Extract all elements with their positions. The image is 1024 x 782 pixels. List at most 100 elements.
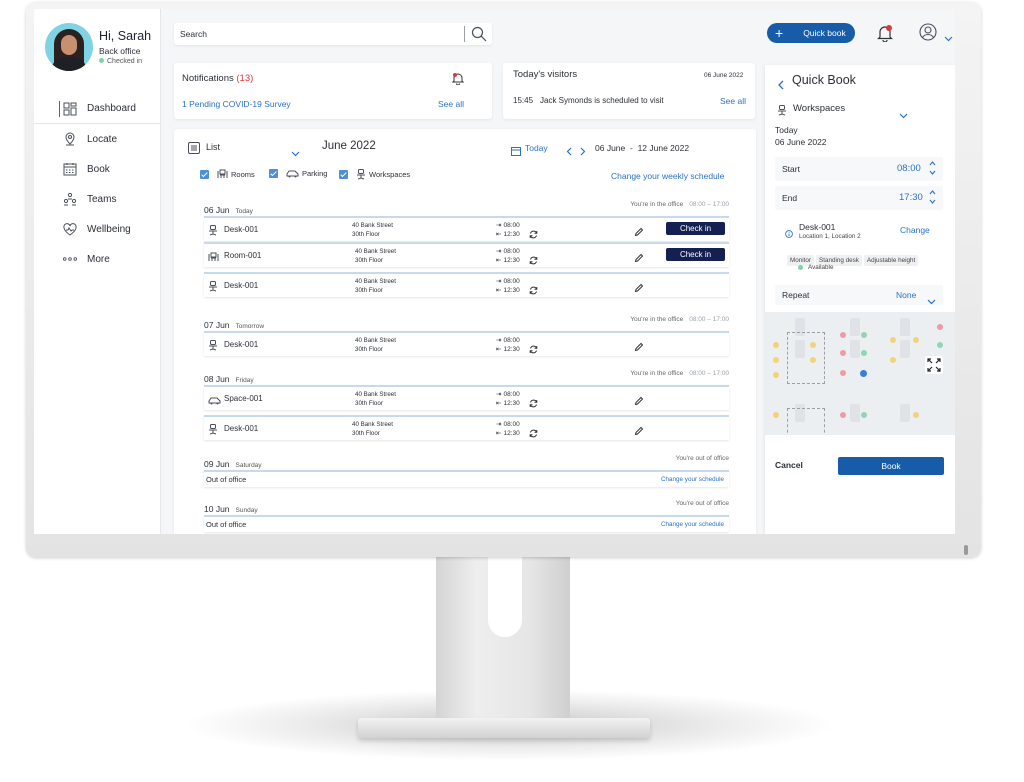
sidebar-item-more[interactable]: More: [34, 244, 161, 274]
change-schedule-link[interactable]: Change your schedule: [661, 476, 724, 483]
time-stepper-icon[interactable]: [929, 189, 936, 210]
start-label: Start: [782, 164, 800, 174]
chevron-right-icon[interactable]: [580, 143, 586, 161]
booking-start: 08:00: [503, 337, 520, 344]
visitors-see-all[interactable]: See all: [720, 96, 746, 106]
booking-times: ⇥ 08:00 ⇤ 12:30: [494, 221, 520, 239]
booking-name: Space-001: [224, 394, 263, 403]
sidebar: Hi, Sarah Back office Checked in Dashboa…: [34, 9, 161, 534]
chevron-down-icon[interactable]: [291, 144, 300, 162]
change-weekly-schedule-link[interactable]: Change your weekly schedule: [611, 171, 724, 181]
bell-alert-icon: [451, 72, 465, 90]
avatar[interactable]: [45, 23, 93, 71]
booking-street: 40 Bank Street: [352, 222, 393, 229]
quick-book-button[interactable]: + Quick book: [767, 23, 855, 43]
cancel-button[interactable]: Cancel: [775, 460, 803, 470]
availability-status: Available: [808, 264, 834, 271]
parking-checkbox[interactable]: [269, 169, 278, 178]
booking-end: 12:30: [503, 257, 520, 264]
sidebar-item-book[interactable]: Book: [34, 154, 161, 184]
filter-workspaces[interactable]: Workspaces: [339, 169, 410, 180]
edit-pencil-icon[interactable]: [634, 250, 644, 268]
workspace-type-select[interactable]: Workspaces: [793, 103, 845, 114]
filter-label: Rooms: [231, 169, 255, 179]
booking-floor: 30th Floor: [355, 346, 383, 353]
day-header: 07 Jun Tomorrow You're in the office 08:00…: [204, 315, 729, 330]
booking-address: 40 Bank Street 30th Floor: [355, 390, 396, 408]
check-in-button[interactable]: Check in: [666, 222, 725, 235]
edit-pencil-icon[interactable]: [634, 423, 644, 441]
visitor-text: Jack Symonds is scheduled to visit: [540, 96, 664, 105]
notification-bell-icon[interactable]: [877, 24, 893, 47]
booking-end: 12:30: [503, 231, 520, 238]
repeat-select[interactable]: Repeat None: [775, 285, 943, 305]
chair-icon: [357, 169, 365, 180]
view-select[interactable]: List: [206, 142, 220, 152]
booking-row[interactable]: Desk-001 40 Bank Street 30th Floor ⇥ 08:00…: [204, 415, 729, 440]
month-title: June 2022: [322, 140, 376, 152]
booking-row[interactable]: Desk-001 40 Bank Street 30th Floor ⇥ 08:00…: [204, 331, 729, 356]
more-dots-icon: [63, 252, 77, 266]
start-time-field[interactable]: Start 08:00: [775, 157, 943, 181]
booking-start: 08:00: [503, 421, 520, 428]
checkin-status: Checked in: [99, 58, 142, 65]
login-icon: ⇥: [496, 248, 502, 255]
chevron-down-icon[interactable]: [944, 29, 953, 47]
chevron-left-icon[interactable]: [566, 143, 572, 161]
visitor-time: 15:45: [513, 96, 534, 105]
booking-address: 40 Bank Street 30th Floor: [355, 247, 396, 265]
chevron-down-icon[interactable]: [899, 106, 908, 124]
sidebar-item-teams[interactable]: Teams: [34, 184, 161, 214]
search-input[interactable]: [180, 27, 460, 41]
day-name: Saturday: [235, 462, 262, 469]
login-icon: ⇥: [496, 421, 502, 428]
edit-pencil-icon[interactable]: [634, 393, 644, 411]
out-of-office-row: Out of office Change your schedule: [204, 515, 729, 532]
edit-pencil-icon[interactable]: [634, 339, 644, 357]
day-header: 06 Jun Today You're in the office 08:00 – …: [204, 200, 729, 215]
notifications-see-all[interactable]: See all: [438, 99, 464, 109]
calendar-icon: [63, 162, 77, 176]
user-account-icon[interactable]: [919, 23, 937, 46]
filter-rooms[interactable]: Rooms: [200, 169, 255, 179]
edit-pencil-icon[interactable]: [634, 224, 644, 242]
end-time-field[interactable]: End 17:30: [775, 186, 943, 210]
filter-parking[interactable]: Parking: [269, 169, 327, 178]
status-dot: [99, 58, 104, 63]
workspaces-checkbox[interactable]: [339, 170, 348, 179]
back-chevron-icon[interactable]: [777, 77, 784, 95]
booking-name: Desk-001: [224, 225, 259, 234]
book-button[interactable]: Book: [838, 457, 944, 475]
out-of-office-label: Out of office: [206, 475, 247, 484]
rooms-checkbox[interactable]: [200, 169, 209, 179]
day-status: You're out of office: [675, 500, 729, 507]
today-button[interactable]: Today: [525, 143, 548, 153]
booking-address: 40 Bank Street 30th Floor: [352, 420, 393, 438]
day-name: Sunday: [235, 507, 258, 514]
booking-row[interactable]: Room-001 40 Bank Street 30th Floor ⇥ 08:00…: [204, 242, 729, 267]
sidebar-item-label: Wellbeing: [87, 223, 131, 235]
booking-times: ⇥ 08:00 ⇤ 12:30: [494, 420, 520, 438]
day-date: 08 Jun: [204, 374, 230, 384]
booking-row[interactable]: Desk-001 40 Bank Street 30th Floor ⇥ 08:00…: [204, 216, 729, 241]
booking-row[interactable]: Desk-001 40 Bank Street 30th Floor ⇥ 08:00…: [204, 272, 729, 297]
time-stepper-icon[interactable]: [929, 160, 936, 181]
visitors-title: Today's visitors: [513, 69, 578, 80]
edit-pencil-icon[interactable]: [634, 280, 644, 298]
booking-start: 08:00: [503, 248, 520, 255]
sidebar-item-dashboard[interactable]: Dashboard: [34, 94, 161, 124]
floor-map[interactable]: [765, 312, 955, 435]
change-desk-link[interactable]: Change: [900, 225, 930, 235]
sidebar-item-wellbeing[interactable]: Wellbeing: [34, 214, 161, 244]
day-status: You're out of office: [675, 455, 729, 462]
car-icon: [208, 392, 221, 410]
booking-floor: 30th Floor: [355, 400, 383, 407]
pending-survey-link[interactable]: 1 Pending COVID-19 Survey: [182, 99, 291, 109]
check-in-button[interactable]: Check in: [666, 248, 725, 261]
expand-icon[interactable]: [925, 356, 943, 374]
visitors-date: 06 June 2022: [704, 72, 744, 79]
booking-row[interactable]: Space-001 40 Bank Street 30th Floor ⇥ 08:0…: [204, 385, 729, 410]
search-icon[interactable]: [471, 26, 487, 47]
change-schedule-link[interactable]: Change your schedule: [661, 521, 724, 528]
sidebar-item-locate[interactable]: Locate: [34, 124, 161, 154]
